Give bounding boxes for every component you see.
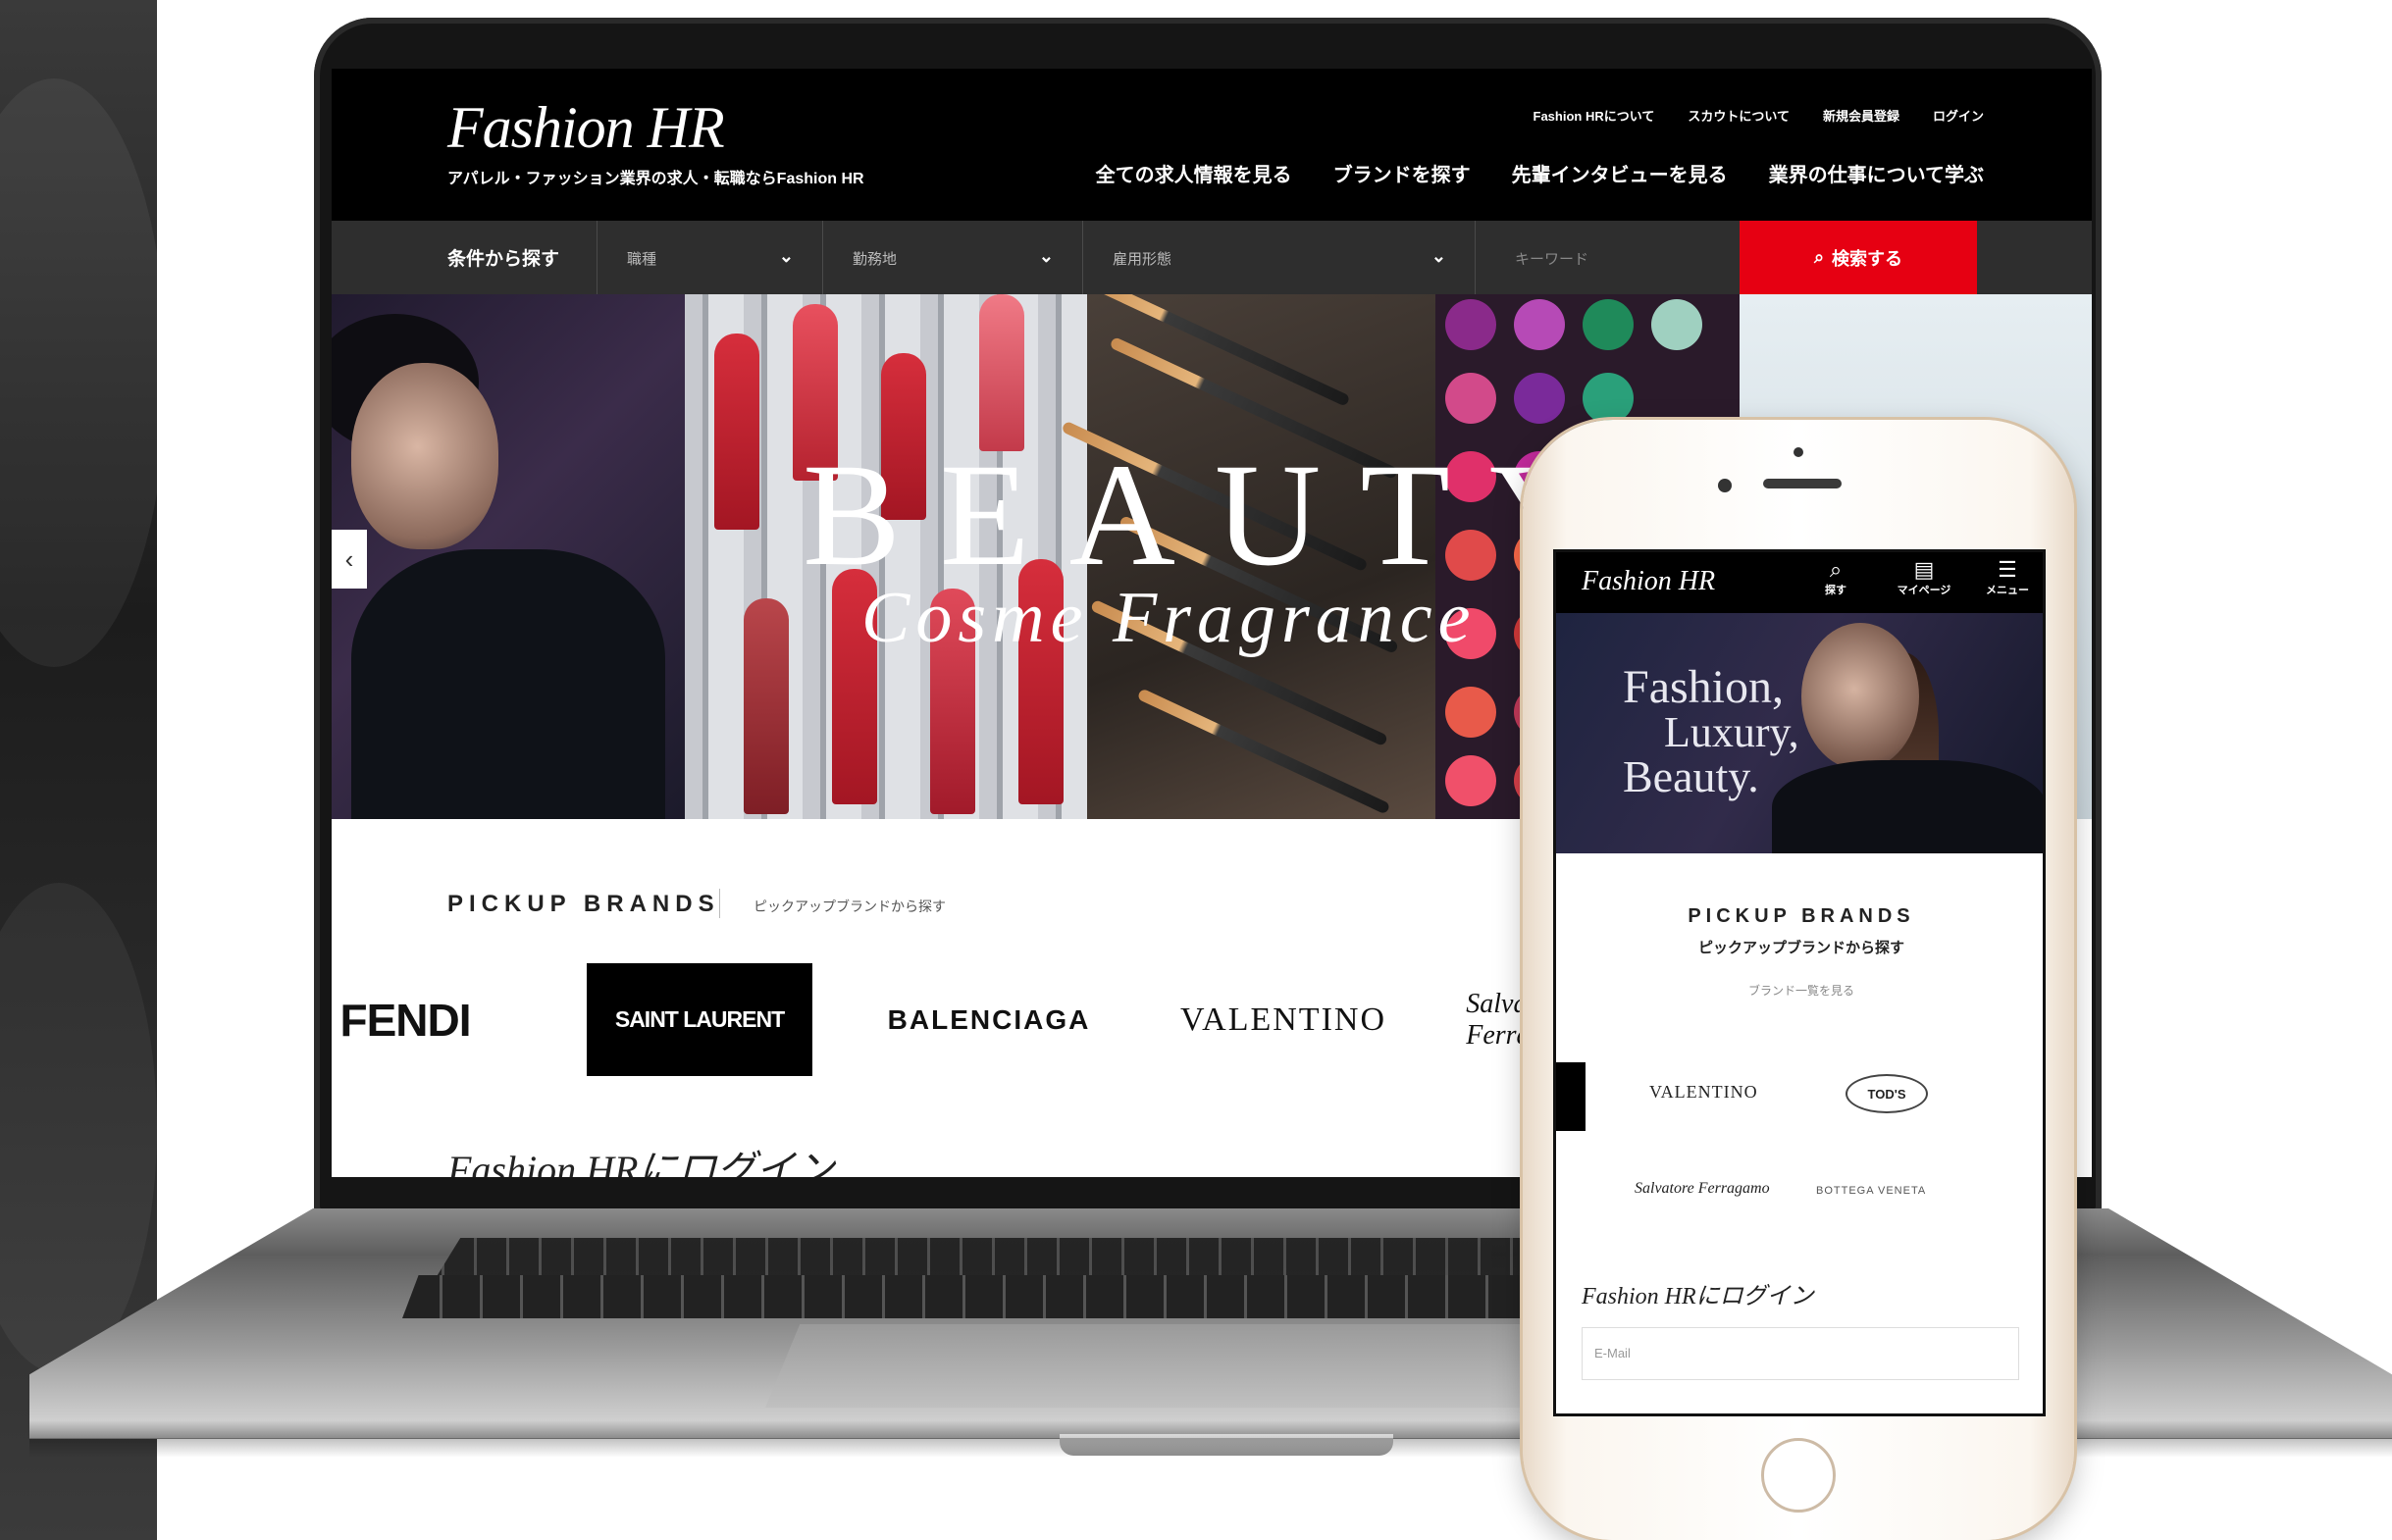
- phone-camera: [1794, 447, 1803, 457]
- login-section-title: Fashion HRにログイン: [447, 1148, 835, 1177]
- util-link-scout[interactable]: スカウトについて: [1688, 106, 1790, 125]
- laptop-trackpad: [765, 1324, 1629, 1408]
- search-button-label: 検索する: [1832, 248, 1903, 269]
- chevron-down-icon: ⌄: [778, 246, 794, 266]
- background-shade: [0, 78, 157, 667]
- phone-icon-label: メニュー: [1986, 585, 2029, 596]
- util-link-login[interactable]: ログイン: [1933, 106, 1984, 125]
- brand-logo-valentino[interactable]: VALENTINO: [1156, 963, 1411, 1076]
- hero-subtitle: Cosme Fragrance: [861, 578, 1477, 658]
- phone-icon-label: マイページ: [1897, 585, 1951, 596]
- brand-logo-saint-laurent[interactable]: SAINT LAURENT: [587, 963, 812, 1076]
- chevron-down-icon: ⌄: [1038, 246, 1054, 266]
- phone-pickup-subtitle: ピックアップブランドから探す: [1697, 940, 1904, 956]
- site-header: Fashion HR アパレル・ファッション業界の求人・転職ならFashion …: [332, 69, 2092, 221]
- phone-mypage-button[interactable]: ▤ マイページ: [1885, 558, 1963, 597]
- main-nav: 全ての求人情報を見る ブランドを探す 先輩インタビューを見る 業界の仕事について…: [1096, 159, 1984, 187]
- util-link-register[interactable]: 新規会員登録: [1823, 106, 1899, 125]
- search-bar: 条件から探す 職種 ⌄ 勤務地 ⌄ 雇用形態 ⌄ キーワード ⌕ 検索する: [332, 221, 2092, 294]
- select-value: 職種: [627, 251, 657, 268]
- phone-search-button[interactable]: ⌕ 探す: [1816, 558, 1855, 597]
- phone-pickup-title: PICKUP BRANDS: [1688, 905, 1915, 927]
- employment-type-select[interactable]: 雇用形態 ⌄: [1082, 221, 1476, 294]
- phone-brand-ferragamo[interactable]: Salvatore Ferragamo: [1635, 1180, 1770, 1198]
- location-select[interactable]: 勤務地 ⌄: [822, 221, 1083, 294]
- phone-home-button[interactable]: [1761, 1438, 1836, 1513]
- hero-title: BEAUTY: [803, 434, 1636, 596]
- background-side-panel: [0, 0, 157, 1540]
- phone-icon-label: 探す: [1825, 585, 1846, 596]
- phone-brand-tods[interactable]: TOD'S: [1846, 1074, 1928, 1113]
- phone-header: Fashion HR ⌕ 探す ▤ マイページ ☰ メニュー: [1556, 552, 2043, 613]
- search-label: 条件から探す: [447, 249, 560, 270]
- background-shade: [0, 883, 157, 1373]
- select-value: 勤務地: [853, 251, 898, 268]
- email-placeholder: E-Mail: [1594, 1346, 1631, 1360]
- utility-nav: Fashion HRについて スカウトについて 新規会員登録 ログイン: [1534, 106, 1985, 125]
- job-type-select[interactable]: 職種 ⌄: [597, 221, 823, 294]
- keyword-placeholder: キーワード: [1515, 251, 1589, 268]
- pickup-divider: [719, 889, 720, 918]
- chevron-down-icon: ⌄: [1430, 246, 1446, 266]
- nav-interviews[interactable]: 先輩インタビューを見る: [1512, 159, 1728, 187]
- pickup-brands-title: PICKUP BRANDS: [447, 891, 720, 917]
- site-logo[interactable]: Fashion HR: [447, 98, 725, 157]
- util-link-about[interactable]: Fashion HRについて: [1534, 106, 1655, 125]
- brand-logo-balenciaga[interactable]: BALENCIAGA: [861, 963, 1117, 1076]
- search-button[interactable]: ⌕ 検索する: [1740, 221, 1977, 294]
- hero-photo-model: [332, 294, 685, 819]
- phone-brand-valentino[interactable]: VALENTINO: [1649, 1082, 1758, 1103]
- nav-brands[interactable]: ブランドを探す: [1333, 159, 1471, 187]
- phone-login-title: Fashion HRにログイン: [1582, 1284, 1814, 1309]
- select-value: 雇用形態: [1113, 251, 1172, 268]
- phone-brand-bottega[interactable]: BOTTEGA VENETA: [1816, 1185, 1926, 1197]
- phone-screen: Fashion HR ⌕ 探す ▤ マイページ ☰ メニュー Fashion, …: [1553, 549, 2046, 1416]
- phone-hero-line: Fashion,: [1623, 661, 1785, 713]
- phone-logo[interactable]: Fashion HR: [1582, 566, 1715, 597]
- phone-sensor: [1718, 479, 1732, 492]
- nav-learn[interactable]: 業界の仕事について学ぶ: [1769, 159, 1984, 187]
- email-field[interactable]: E-Mail: [1582, 1327, 2019, 1380]
- brand-logo-partial[interactable]: [1556, 1062, 1586, 1131]
- pickup-brands-subtitle: ピックアップブランドから探す: [754, 898, 946, 914]
- search-icon: ⌕: [1813, 247, 1825, 267]
- keyword-input[interactable]: キーワード: [1475, 221, 1733, 294]
- phone-hero-line: Beauty.: [1623, 751, 1759, 801]
- menu-icon: ☰: [1998, 557, 2017, 582]
- phone-menu-button[interactable]: ☰ メニュー: [1978, 558, 2037, 597]
- site-tagline: アパレル・ファッション業界の求人・転職ならFashion HR: [447, 171, 864, 187]
- brand-logo-fendi[interactable]: FENDI: [332, 963, 479, 1076]
- carousel-prev-button[interactable]: ‹: [332, 530, 367, 589]
- phone-brand-list-link[interactable]: ブランド一覧を見る: [1556, 982, 2043, 999]
- search-icon: ⌕: [1829, 557, 1843, 582]
- phone-speaker: [1763, 479, 1842, 488]
- phone-hero-banner[interactable]: Fashion, Luxury, Beauty.: [1556, 613, 2043, 853]
- mypage-icon: ▤: [1913, 557, 1935, 582]
- nav-all-jobs[interactable]: 全ての求人情報を見る: [1096, 159, 1292, 187]
